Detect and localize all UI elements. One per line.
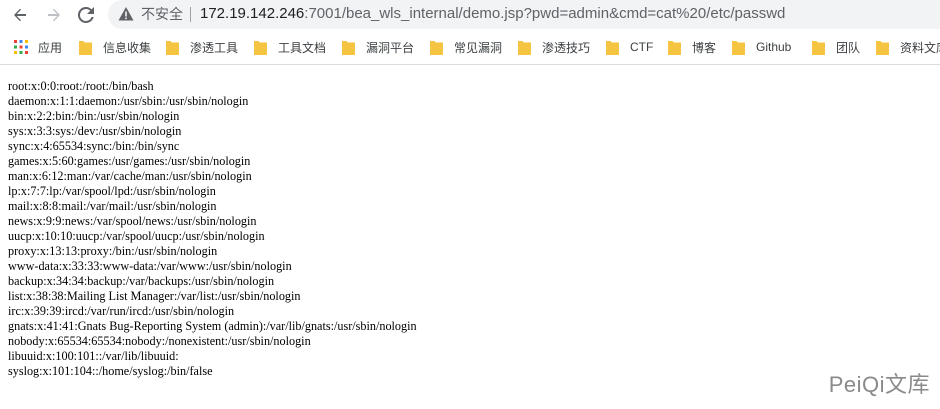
url-path: :7001/bea_wls_internal/demo.jsp?pwd=admi… (304, 5, 786, 22)
bookmark-label: Github (756, 40, 792, 54)
output-line: gnats:x:41:41:Gnats Bug-Reporting System… (8, 319, 417, 333)
bookmark-folder[interactable]: 博客 (668, 38, 716, 56)
output-line: www-data:x:33:33:www-data:/var/www:/usr/… (8, 259, 292, 273)
bookmark-label: 资料文库 (900, 40, 940, 55)
bookmark-folder[interactable]: 渗透技巧 (518, 38, 590, 56)
arrow-right-icon (48, 8, 60, 22)
bookmark-label: 团队 (836, 40, 861, 55)
watermark: PeiQi文库 (828, 372, 930, 397)
bookmark-label: 渗透技巧 (542, 40, 591, 55)
folder-icon (430, 40, 443, 55)
bookmark-folder[interactable]: 资料文库 (876, 38, 940, 56)
folder-icon (668, 40, 681, 55)
address-divider (190, 7, 191, 22)
folder-icon (79, 40, 92, 55)
folder-icon (812, 40, 825, 55)
browser-toolbar: 不安全 172.19.142.246:7001/bea_wls_internal… (0, 0, 940, 30)
output-line: daemon:x:1:1:daemon:/usr/sbin:/usr/sbin/… (8, 94, 249, 108)
passwd-output: root:x:0:0:root:/root:/bin/bash daemon:x:… (8, 79, 417, 379)
warning-triangle-icon (118, 7, 134, 21)
bookmark-folder[interactable]: 渗透工具 (166, 38, 238, 56)
bookmark-apps[interactable]: 应用 (14, 38, 62, 56)
bookmark-label: CTF (630, 40, 654, 54)
output-line: lp:x:7:7:lp:/var/spool/lpd:/usr/sbin/nol… (8, 184, 216, 198)
apps-grid-icon (14, 40, 28, 54)
bookmarks-bar: 应用 信息收集 渗透工具 工具文档 漏洞平台 常见漏洞 渗透技巧 CTF 博客 … (0, 30, 940, 65)
not-secure-label[interactable]: 不安全 (141, 6, 183, 23)
output-line: list:x:38:38:Mailing List Manager:/var/l… (8, 289, 301, 303)
folder-icon (876, 40, 889, 55)
bookmark-folder[interactable]: 团队 (812, 38, 860, 56)
output-line: backup:x:34:34:backup:/var/backups:/usr/… (8, 274, 275, 288)
forward-button[interactable] (42, 3, 66, 27)
bookmark-label: 应用 (38, 40, 63, 55)
output-line: games:x:5:60:games:/usr/games:/usr/sbin/… (8, 154, 251, 168)
output-line: irc:x:39:39:ircd:/var/run/ircd:/usr/sbin… (8, 304, 235, 318)
bookmark-folder[interactable]: CTF (606, 38, 653, 56)
bookmark-label: 渗透工具 (190, 40, 239, 55)
output-line: libuuid:x:100:101::/var/lib/libuuid: (8, 349, 179, 363)
bookmark-folder[interactable]: 信息收集 (79, 38, 151, 56)
arrow-left-icon (14, 8, 26, 22)
bookmark-label: 工具文档 (278, 40, 327, 55)
reload-button[interactable] (74, 3, 98, 27)
url-host: 172.19.142.246 (200, 5, 305, 22)
bookmark-label: 漏洞平台 (366, 40, 415, 55)
output-line: man:x:6:12:man:/var/cache/man:/usr/sbin/… (8, 169, 252, 183)
output-line: root:x:0:0:root:/root:/bin/bash (8, 79, 154, 93)
output-line: bin:x:2:2:bin:/bin:/usr/sbin/nologin (8, 109, 180, 123)
output-line: proxy:x:13:13:proxy:/bin:/usr/sbin/nolog… (8, 244, 218, 258)
folder-icon (342, 40, 355, 55)
folder-icon (166, 40, 179, 55)
bookmark-folder[interactable]: 常见漏洞 (430, 38, 502, 56)
output-line: news:x:9:9:news:/var/spool/news:/usr/sbi… (8, 214, 257, 228)
bookmark-label: 博客 (692, 40, 717, 55)
output-line: sync:x:4:65534:sync:/bin:/bin/sync (8, 139, 180, 153)
output-line: sys:x:3:3:sys:/dev:/usr/sbin/nologin (8, 124, 182, 138)
output-line: nobody:x:65534:65534:nobody:/nonexistent… (8, 334, 311, 348)
folder-icon (732, 40, 745, 55)
folder-icon (606, 40, 619, 55)
back-button[interactable] (8, 3, 32, 27)
output-line: mail:x:8:8:mail:/var/mail:/usr/sbin/nolo… (8, 199, 217, 213)
bookmark-folder[interactable]: 工具文档 (254, 38, 326, 56)
url-text[interactable]: 172.19.142.246:7001/bea_wls_internal/dem… (200, 5, 785, 23)
bookmark-label: 信息收集 (103, 40, 152, 55)
address-bar[interactable]: 不安全 172.19.142.246:7001/bea_wls_internal… (108, 0, 940, 29)
bookmark-folder[interactable]: 漏洞平台 (342, 38, 414, 56)
folder-icon (518, 40, 531, 55)
output-line: uucp:x:10:10:uucp:/var/spool/uucp:/usr/s… (8, 229, 265, 243)
output-line: syslog:x:101:104::/home/syslog:/bin/fals… (8, 364, 213, 378)
reload-icon (78, 7, 94, 23)
bookmark-label: 常见漏洞 (454, 40, 503, 55)
bookmark-folder[interactable]: Github (732, 38, 791, 56)
folder-icon (254, 40, 267, 55)
